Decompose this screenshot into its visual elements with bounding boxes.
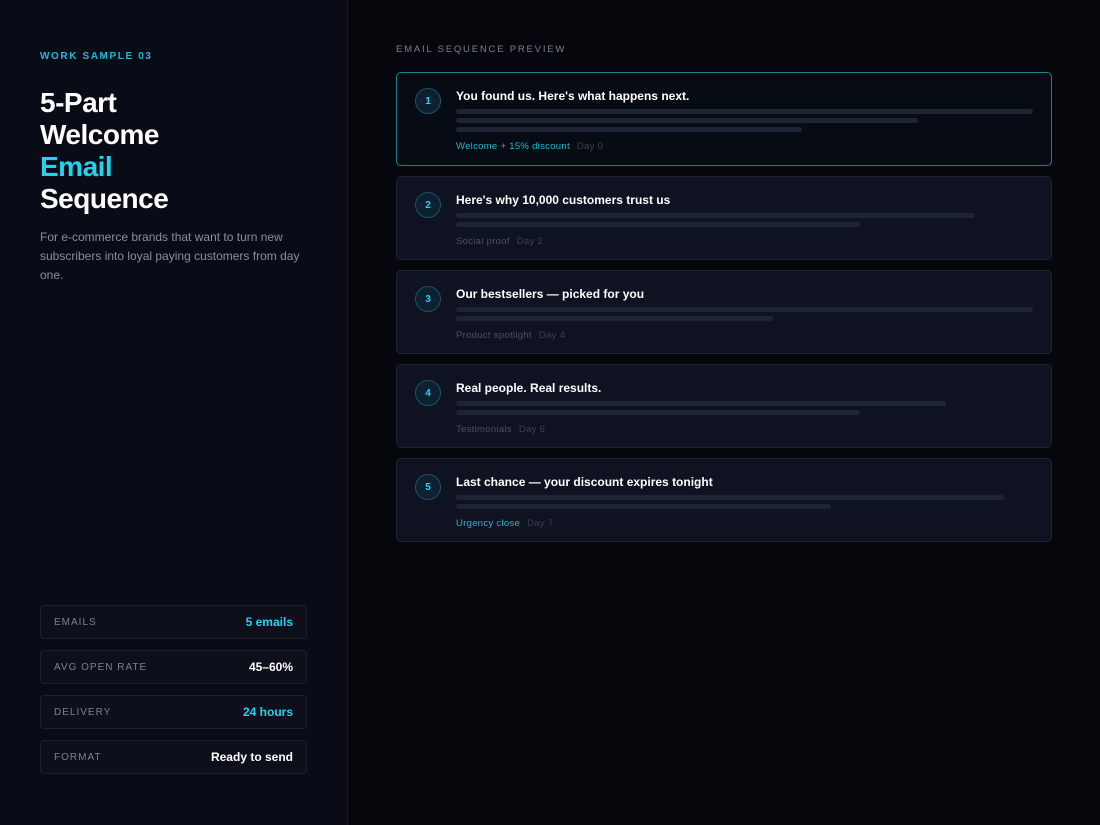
email-meta: Urgency close Day 7 bbox=[456, 518, 1033, 530]
stat-format: FORMAT Ready to send bbox=[40, 740, 307, 774]
email-subject: You found us. Here's what happens next. bbox=[456, 89, 690, 103]
placeholder-line bbox=[456, 213, 976, 218]
email-card-body: Real people. Real results. Testimonials D… bbox=[456, 380, 1033, 436]
email-tag: Urgency close bbox=[456, 518, 521, 529]
placeholder-line bbox=[456, 127, 803, 132]
email-tag: Welcome + 15% discount bbox=[456, 141, 570, 152]
title-line-2: Welcome bbox=[40, 119, 159, 150]
email-number-badge: 2 bbox=[415, 192, 441, 218]
email-preview-lines bbox=[456, 401, 1033, 415]
stat-emails: EMAILS 5 emails bbox=[40, 605, 307, 639]
stat-delivery: DELIVERY 24 hours bbox=[40, 695, 307, 729]
email-preview-lines bbox=[456, 213, 1033, 227]
placeholder-line bbox=[456, 307, 1033, 312]
placeholder-line bbox=[456, 118, 918, 123]
email-subject: Here's why 10,000 customers trust us bbox=[456, 193, 671, 207]
stat-value: 45–60% bbox=[248, 660, 293, 674]
placeholder-line bbox=[456, 401, 947, 406]
email-preview-lines bbox=[456, 495, 1033, 509]
title-line-1: 5-Part bbox=[40, 87, 117, 118]
email-meta: Social proof Day 2 bbox=[456, 236, 1033, 248]
email-card-body: Here's why 10,000 customers trust us Soc… bbox=[456, 192, 1033, 248]
stat-label: FORMAT bbox=[54, 751, 102, 763]
email-card-5[interactable]: 5 Last chance — your discount expires to… bbox=[396, 458, 1052, 542]
placeholder-line bbox=[456, 109, 1033, 114]
email-meta: Product spotlight Day 4 bbox=[456, 330, 1033, 342]
email-card-body: Our bestsellers — picked for you Product… bbox=[456, 286, 1033, 342]
email-number-badge: 3 bbox=[415, 286, 441, 312]
email-day: Day 6 bbox=[518, 424, 546, 435]
email-card-1[interactable]: 1 You found us. Here's what happens next… bbox=[396, 72, 1052, 166]
placeholder-line bbox=[456, 495, 1005, 500]
email-card-body: Last chance — your discount expires toni… bbox=[456, 474, 1033, 530]
eyebrow-label: WORK SAMPLE 03 bbox=[40, 51, 153, 62]
title-line-3: Email bbox=[40, 151, 113, 182]
placeholder-line bbox=[456, 222, 860, 227]
email-number-badge: 5 bbox=[415, 474, 441, 500]
info-panel: WORK SAMPLE 03 5-Part Welcome Email Sequ… bbox=[0, 0, 348, 825]
page-title: 5-Part Welcome Email Sequence bbox=[40, 87, 169, 215]
stat-value: Ready to send bbox=[210, 750, 293, 764]
stat-open-rate: AVG OPEN RATE 45–60% bbox=[40, 650, 307, 684]
stat-label: EMAILS bbox=[54, 616, 97, 628]
stats-list: EMAILS 5 emails AVG OPEN RATE 45–60% DEL… bbox=[40, 605, 307, 785]
email-day: Day 4 bbox=[538, 330, 566, 341]
email-day: Day 7 bbox=[527, 518, 554, 529]
email-day: Day 0 bbox=[576, 141, 604, 152]
placeholder-line bbox=[456, 410, 860, 415]
email-tag: Testimonials bbox=[456, 424, 512, 435]
email-meta: Testimonials Day 6 bbox=[456, 424, 1033, 436]
email-preview-lines bbox=[456, 307, 1033, 321]
email-tag: Product spotlight bbox=[456, 330, 532, 341]
stat-label: DELIVERY bbox=[54, 706, 112, 718]
placeholder-line bbox=[456, 504, 832, 509]
email-day: Day 2 bbox=[516, 236, 544, 247]
email-preview-lines bbox=[456, 109, 1033, 132]
title-line-4: Sequence bbox=[40, 183, 169, 214]
email-subject: Real people. Real results. bbox=[456, 381, 602, 395]
placeholder-line bbox=[456, 316, 774, 321]
description: For e-commerce brands that want to turn … bbox=[40, 230, 300, 282]
stat-label: AVG OPEN RATE bbox=[54, 661, 148, 673]
stat-value: 24 hours bbox=[242, 705, 293, 719]
email-card-2[interactable]: 2 Here's why 10,000 customers trust us S… bbox=[396, 176, 1052, 260]
email-number-badge: 4 bbox=[415, 380, 441, 406]
preview-label: EMAIL SEQUENCE PREVIEW bbox=[396, 44, 567, 55]
email-meta: Welcome + 15% discount Day 0 bbox=[456, 141, 1033, 153]
email-card-3[interactable]: 3 Our bestsellers — picked for you Produ… bbox=[396, 270, 1052, 354]
email-subject: Last chance — your discount expires toni… bbox=[456, 475, 713, 489]
email-card-4[interactable]: 4 Real people. Real results. Testimonial… bbox=[396, 364, 1052, 448]
email-tag: Social proof bbox=[456, 236, 510, 247]
email-subject: Our bestsellers — picked for you bbox=[456, 287, 645, 301]
email-number-badge: 1 bbox=[415, 88, 441, 114]
email-card-body: You found us. Here's what happens next. … bbox=[456, 88, 1033, 153]
email-sequence-list: 1 You found us. Here's what happens next… bbox=[396, 72, 1052, 552]
stat-value: 5 emails bbox=[245, 615, 293, 629]
